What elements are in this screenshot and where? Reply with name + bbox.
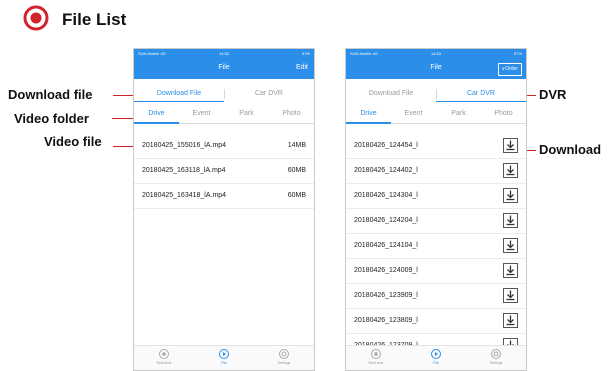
file-name: 20180426_123809_l: [354, 317, 418, 324]
status-bar: SUN Mobile 4G 14:53 57%: [346, 49, 526, 59]
file-name: 20180426_124304_l: [354, 192, 418, 199]
file-name: 20180426_124204_l: [354, 217, 418, 224]
tab-drive[interactable]: Drive: [346, 107, 391, 121]
file-size: 14MB: [287, 142, 306, 149]
file-row[interactable]: 20180425_155016_lA.mp4 14MB: [134, 134, 314, 159]
tab-active-underline: [346, 122, 391, 124]
bottom-tab-bar: Real-time File Settings: [134, 345, 314, 370]
download-icon[interactable]: [503, 188, 518, 203]
source-segmented-control: Download File Car DVR: [134, 87, 314, 101]
segment-car-dvr[interactable]: Car DVR: [436, 87, 526, 101]
folder-tabs: Drive Event Park Photo: [346, 107, 526, 121]
file-row[interactable]: 20180426_124402_l: [346, 159, 526, 184]
segment-active-underline: [134, 101, 224, 102]
bottom-tab-bar: Real-time File Settings: [346, 345, 526, 370]
annotation-download: Download: [539, 142, 602, 157]
nav-bar: File Edit: [134, 59, 314, 79]
download-icon[interactable]: [503, 288, 518, 303]
file-name: 20180425_155016_lA.mp4: [142, 142, 227, 149]
segment-download-file[interactable]: Download File: [346, 87, 436, 101]
file-name: 20180426_124104_l: [354, 242, 418, 249]
settings-icon: [490, 349, 501, 359]
file-row[interactable]: 20180426_124304_l: [346, 184, 526, 209]
bottom-tab-label: File: [221, 361, 227, 365]
phone-screen-download-file: SUN Mobile 4G 14:52 57% File Edit Downlo…: [133, 48, 315, 371]
annotation-video-file: Video file: [44, 134, 102, 149]
battery-text: 57%: [513, 51, 522, 56]
play-icon: [218, 349, 229, 359]
file-row[interactable]: 20180426_124009_l: [346, 259, 526, 284]
bottom-tab-label: Settings: [277, 361, 291, 365]
file-row[interactable]: 20180426_124104_l: [346, 234, 526, 259]
tab-park[interactable]: Park: [436, 107, 481, 121]
battery-text: 57%: [301, 51, 310, 56]
nav-title: File: [218, 64, 230, 71]
segment-car-dvr[interactable]: Car DVR: [224, 87, 314, 101]
page-title: File List: [62, 10, 127, 29]
settings-icon: [278, 349, 289, 359]
camera-icon: [158, 349, 169, 359]
download-icon[interactable]: [503, 238, 518, 253]
annotation-download-file: Download file: [8, 87, 93, 102]
tab-event[interactable]: Event: [391, 107, 436, 121]
tab-drive[interactable]: Drive: [134, 107, 179, 121]
file-row[interactable]: 20180426_124454_l: [346, 134, 526, 159]
bottom-tab-label: Settings: [489, 361, 503, 365]
file-row[interactable]: 20180425_163418_lA.mp4 60MB: [134, 184, 314, 209]
download-icon[interactable]: [503, 163, 518, 178]
download-icon[interactable]: [503, 263, 518, 278]
file-name: 20180425_163118_lA.mp4: [142, 167, 226, 174]
bottom-tab-file[interactable]: File: [194, 348, 254, 365]
download-icon[interactable]: [503, 313, 518, 328]
bottom-tab-file[interactable]: File: [406, 348, 466, 365]
folder-tabs: Drive Event Park Photo: [134, 107, 314, 121]
bottom-tab-settings[interactable]: Settings: [254, 348, 314, 365]
tab-park[interactable]: Park: [224, 107, 269, 121]
file-row[interactable]: 20180426_124204_l: [346, 209, 526, 234]
source-segmented-control: Download File Car DVR: [346, 87, 526, 101]
file-size: 60MB: [287, 192, 306, 199]
bottom-tab-real-time[interactable]: Real-time: [346, 348, 406, 365]
status-bar: SUN Mobile 4G 14:52 57%: [134, 49, 314, 59]
file-name: 20180426_124009_l: [354, 267, 418, 274]
bottom-tab-label: Real-time: [368, 361, 384, 365]
file-name: 20180426_124402_l: [354, 167, 418, 174]
file-row[interactable]: 20180425_163118_lA.mp4 60MB: [134, 159, 314, 184]
order-button-label: Order: [505, 66, 518, 72]
file-row[interactable]: 20180426_123909_l: [346, 284, 526, 309]
file-name: 20180425_163418_lA.mp4: [142, 192, 227, 199]
file-name: 20180426_124454_l: [354, 142, 418, 149]
camera-icon: [370, 349, 381, 359]
edit-button[interactable]: Edit: [296, 64, 308, 71]
download-icon[interactable]: [503, 213, 518, 228]
segment-active-underline: [436, 101, 526, 102]
bottom-tab-label: Real-time: [156, 361, 172, 365]
annotation-video-folder: Video folder: [14, 111, 89, 126]
clock-text: 14:53: [430, 51, 441, 56]
tab-event[interactable]: Event: [179, 107, 224, 121]
nav-bar: File ∨Order: [346, 59, 526, 79]
play-icon: [430, 349, 441, 359]
file-row[interactable]: 20180426_123809_l: [346, 309, 526, 334]
file-size: 60MB: [287, 167, 306, 174]
tab-active-underline: [134, 122, 179, 124]
segment-download-file[interactable]: Download File: [134, 87, 224, 101]
tab-photo[interactable]: Photo: [481, 107, 526, 121]
bottom-tab-label: File: [433, 361, 439, 365]
bottom-tab-settings[interactable]: Settings: [466, 348, 526, 365]
bottom-tab-real-time[interactable]: Real-time: [134, 348, 194, 365]
order-button[interactable]: ∨Order: [497, 63, 522, 76]
file-name: 20180426_123909_l: [354, 292, 418, 299]
phone-screen-car-dvr: SUN Mobile 4G 14:53 57% File ∨Order Down…: [345, 48, 527, 371]
tab-photo[interactable]: Photo: [269, 107, 314, 121]
record-icon: [23, 5, 49, 31]
clock-text: 14:52: [218, 51, 229, 56]
download-icon[interactable]: [503, 138, 518, 153]
annotation-dvr: DVR: [539, 87, 567, 102]
